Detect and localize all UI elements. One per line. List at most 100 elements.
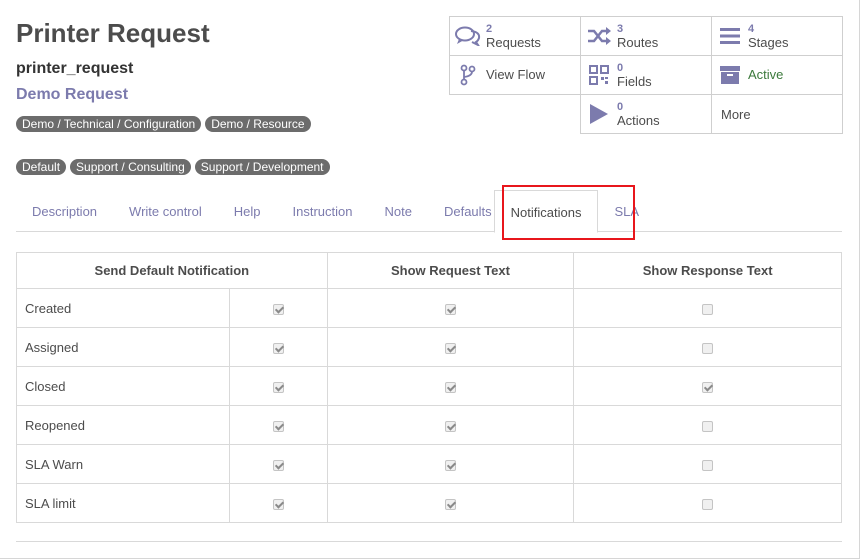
- view-flow-button[interactable]: View Flow: [449, 55, 581, 95]
- row-label: Reopened: [16, 405, 230, 445]
- checkbox-cell: [326, 444, 575, 484]
- row-label: Assigned: [16, 327, 230, 367]
- comments-icon: [450, 26, 486, 46]
- archive-icon: [712, 65, 748, 85]
- form-sheet: Printer Request printer_request Demo Req…: [0, 0, 860, 559]
- divider: [16, 541, 842, 542]
- table-row: SLA limit: [16, 483, 842, 523]
- actions-button[interactable]: 0 Actions: [580, 94, 712, 134]
- tag: Default: [16, 159, 67, 175]
- tag: Support / Consulting: [70, 159, 191, 175]
- fields-label: Fields: [617, 74, 652, 89]
- tag: Demo / Resource: [205, 116, 311, 132]
- page-title: Printer Request: [16, 18, 210, 48]
- checkbox-cell: [573, 444, 842, 484]
- tag: Demo / Technical / Configuration: [16, 116, 202, 132]
- checkbox-cell: [228, 288, 328, 328]
- show-request-text-checkbox[interactable]: [444, 342, 456, 354]
- show-request-text-checkbox[interactable]: [444, 420, 456, 432]
- checkbox-cell: [228, 444, 328, 484]
- column-header: Show Request Text: [326, 252, 575, 289]
- checkbox-cell: [573, 483, 842, 523]
- checkbox-cell: [573, 288, 842, 328]
- column-header: Send Default Notification: [16, 252, 328, 289]
- fields-button[interactable]: 0 Fields: [580, 55, 712, 95]
- show-response-text-checkbox[interactable]: [702, 459, 714, 471]
- column-header: Show Response Text: [573, 252, 842, 289]
- row-label: Closed: [16, 366, 230, 406]
- table-row: Closed: [16, 366, 842, 406]
- flow-icon: [450, 64, 486, 86]
- checkbox-cell: [228, 327, 328, 367]
- checkbox-cell: [228, 483, 328, 523]
- show-request-text-checkbox[interactable]: [444, 303, 456, 315]
- default-notification-checkbox[interactable]: [272, 459, 284, 471]
- tab-write-control[interactable]: Write control: [113, 190, 218, 232]
- show-request-text-checkbox[interactable]: [444, 381, 456, 393]
- shuffle-icon: [581, 26, 617, 46]
- tab-description[interactable]: Description: [16, 190, 113, 232]
- row-label: Created: [16, 288, 230, 328]
- show-response-text-checkbox[interactable]: [702, 342, 714, 354]
- default-notification-checkbox[interactable]: [272, 381, 284, 393]
- row-label: SLA Warn: [16, 444, 230, 484]
- checkbox-cell: [228, 366, 328, 406]
- technical-name: printer_request: [16, 60, 134, 77]
- notebook-tabs: Description Write control Help Instructi…: [16, 190, 842, 233]
- routes-label: Routes: [617, 35, 659, 50]
- table-header-row: Send Default Notification Show Request T…: [16, 252, 842, 289]
- table-row: SLA Warn: [16, 444, 842, 484]
- stages-button[interactable]: 4 Stages: [711, 16, 843, 56]
- tab-instruction[interactable]: Instruction: [277, 190, 369, 232]
- default-notification-checkbox[interactable]: [272, 342, 284, 354]
- table-row: Reopened: [16, 405, 842, 445]
- checkbox-cell: [326, 483, 575, 523]
- tab-note[interactable]: Note: [369, 190, 428, 232]
- active-label: Active: [748, 67, 784, 82]
- tab-sla[interactable]: SLA: [598, 190, 655, 232]
- default-notification-checkbox[interactable]: [272, 498, 284, 510]
- tags-row-2: Default Support / Consulting Support / D…: [16, 159, 330, 175]
- category-link[interactable]: Demo Request: [16, 86, 128, 104]
- more-button[interactable]: More: [711, 94, 843, 134]
- show-request-text-checkbox[interactable]: [444, 459, 456, 471]
- show-request-text-checkbox[interactable]: [444, 498, 456, 510]
- view-flow-label: View Flow: [486, 67, 546, 82]
- qrcode-icon: [581, 65, 617, 85]
- tab-help[interactable]: Help: [218, 190, 277, 232]
- actions-count: 0: [617, 101, 624, 113]
- tags-row-1: Demo / Technical / Configuration Demo / …: [16, 116, 311, 132]
- checkbox-cell: [228, 405, 328, 445]
- requests-count: 2: [486, 23, 493, 35]
- tab-defaults[interactable]: Defaults: [428, 190, 494, 232]
- list-icon: [712, 27, 748, 45]
- row-label: SLA limit: [16, 483, 230, 523]
- checkbox-cell: [326, 366, 575, 406]
- routes-count: 3: [617, 23, 624, 35]
- checkbox-cell: [573, 366, 842, 406]
- default-notification-checkbox[interactable]: [272, 420, 284, 432]
- table-row: Assigned: [16, 327, 842, 367]
- requests-button[interactable]: 2 Requests: [449, 16, 581, 56]
- show-response-text-checkbox[interactable]: [702, 420, 714, 432]
- checkbox-cell: [326, 288, 575, 328]
- show-response-text-checkbox[interactable]: [702, 303, 714, 315]
- show-response-text-checkbox[interactable]: [702, 381, 714, 393]
- requests-label: Requests: [486, 35, 541, 50]
- stages-count: 4: [748, 23, 755, 35]
- play-icon: [581, 103, 617, 125]
- checkbox-cell: [573, 405, 842, 445]
- checkbox-cell: [573, 327, 842, 367]
- table-row: Created: [16, 288, 842, 328]
- checkbox-cell: [326, 327, 575, 367]
- routes-button[interactable]: 3 Routes: [580, 16, 712, 56]
- actions-label: Actions: [617, 113, 660, 128]
- stat-buttons: 2 Requests 3 Routes 4 Stages View Flow 0 Fie…: [449, 16, 843, 134]
- show-response-text-checkbox[interactable]: [702, 498, 714, 510]
- checkbox-cell: [326, 405, 575, 445]
- stages-label: Stages: [748, 35, 789, 50]
- tab-notifications[interactable]: Notifications: [493, 190, 599, 233]
- active-toggle-button[interactable]: Active: [711, 55, 843, 95]
- more-label: More: [721, 106, 751, 122]
- default-notification-checkbox[interactable]: [272, 303, 284, 315]
